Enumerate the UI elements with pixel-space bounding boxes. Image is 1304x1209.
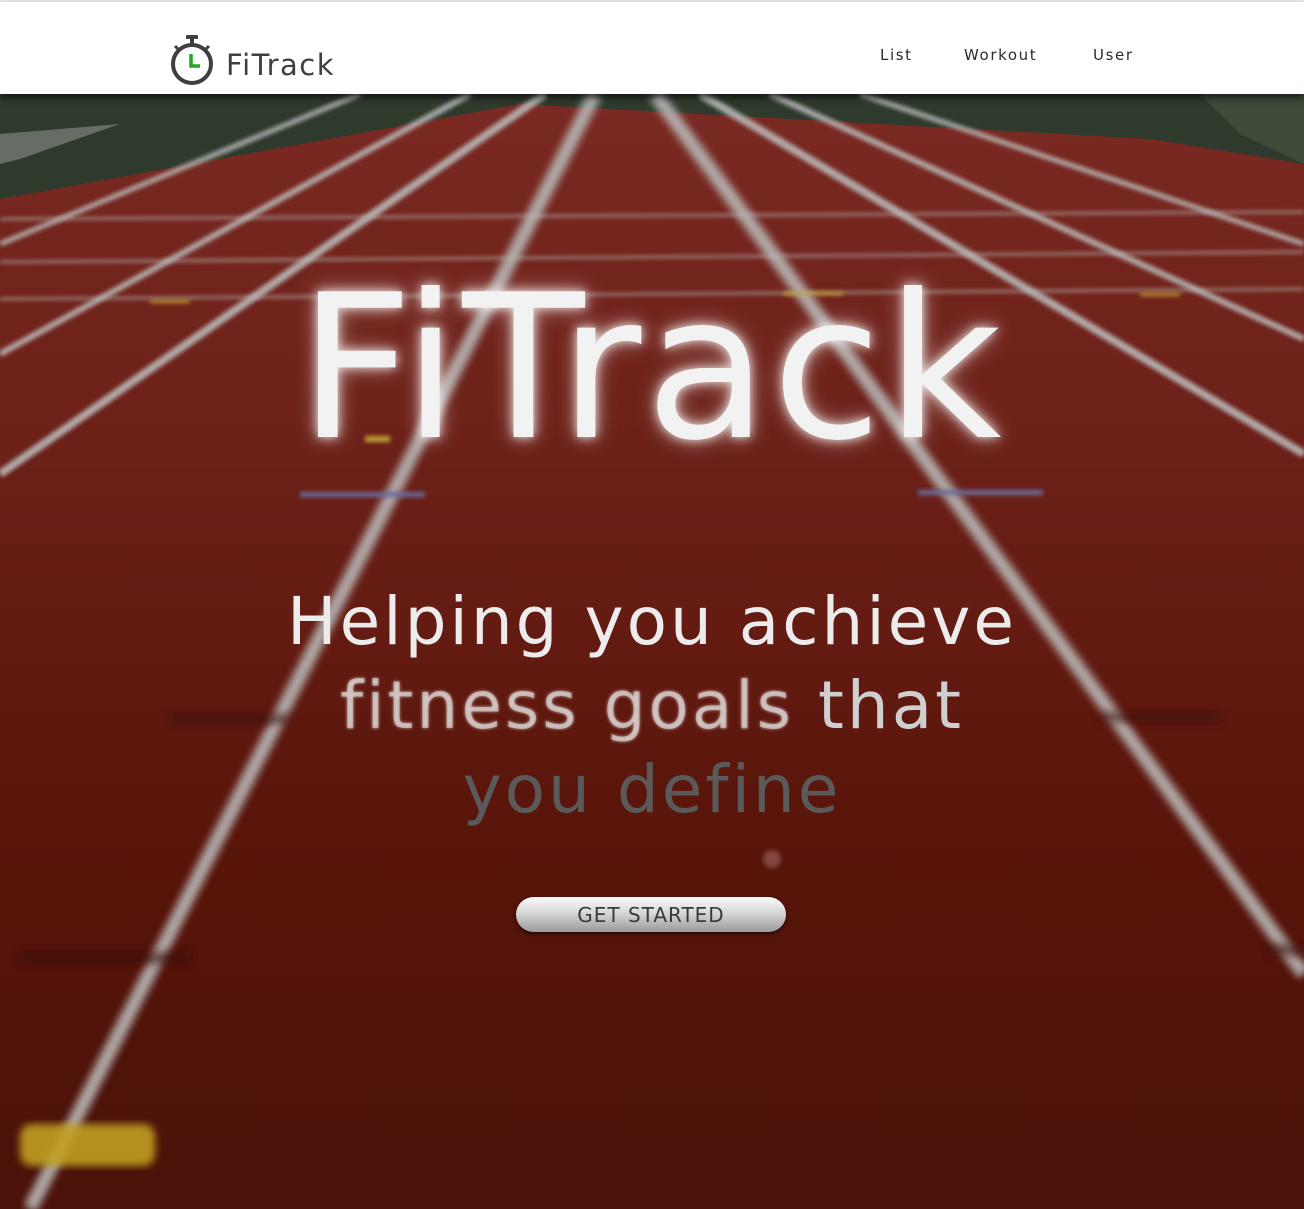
hero-section: FiTrack Helping you achieve fitness goal… <box>0 94 1304 1209</box>
hero-title: FiTrack <box>298 252 1006 485</box>
nav-link-user[interactable]: User <box>1093 46 1134 64</box>
hero-tagline: Helping you achieve fitness goals that y… <box>0 580 1304 832</box>
tagline-that: that <box>794 667 965 744</box>
nav-link-list[interactable]: List <box>880 46 913 64</box>
get-started-button[interactable]: GET STARTED <box>516 897 786 932</box>
tagline-line-2: fitness goals that <box>0 664 1304 748</box>
tagline-fitness-goals: fitness goals <box>339 667 795 744</box>
tagline-line-1: Helping you achieve <box>287 583 1017 660</box>
tagline-line-3: you define <box>462 751 842 828</box>
nav-link-workout[interactable]: Workout <box>964 46 1037 64</box>
brand-name: FiTrack <box>226 48 336 82</box>
navbar: FiTrack List Workout User <box>0 2 1304 94</box>
stopwatch-icon <box>171 35 213 85</box>
brand-logo-link[interactable]: FiTrack <box>168 34 335 86</box>
